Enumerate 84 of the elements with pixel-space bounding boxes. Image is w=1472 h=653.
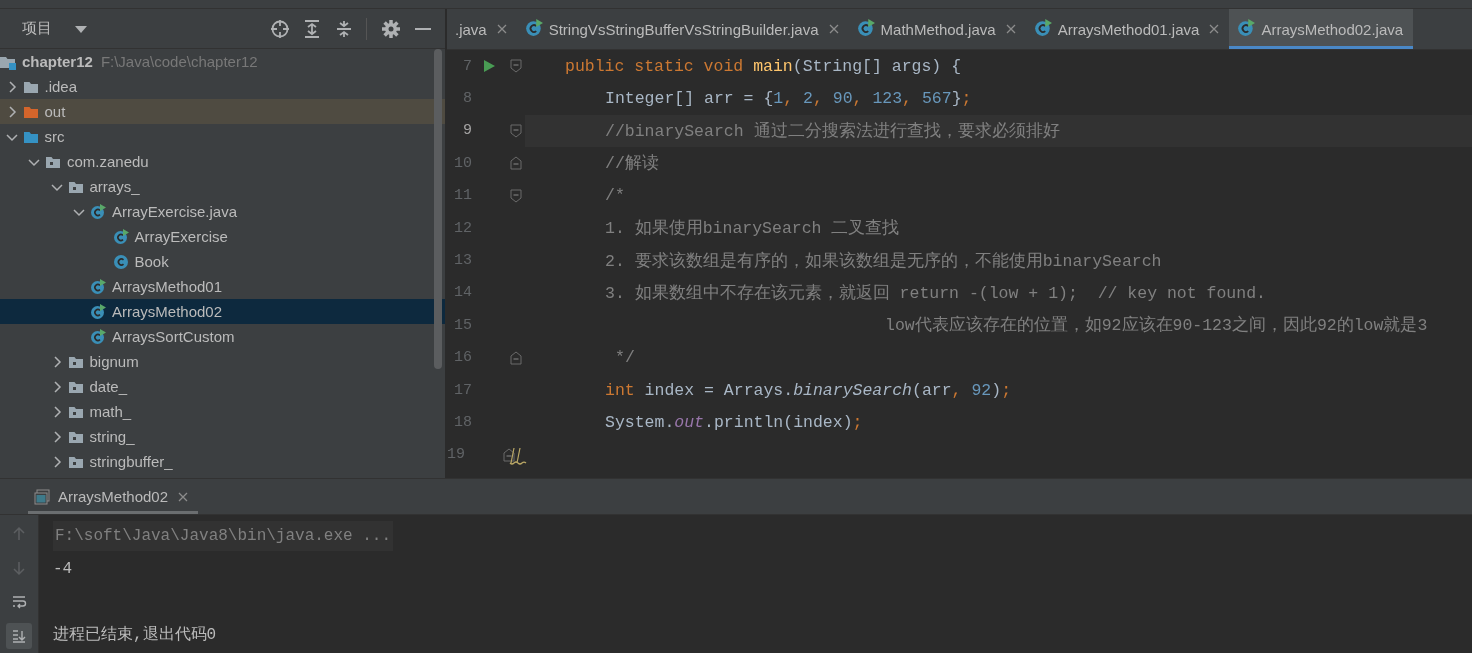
close-icon[interactable] (1209, 24, 1220, 34)
tree-item[interactable]: Book (0, 249, 445, 274)
settings-icon[interactable] (381, 18, 401, 39)
close-icon[interactable] (178, 491, 189, 502)
expand-all-icon[interactable] (302, 18, 322, 39)
panel-title[interactable]: 项目 (22, 19, 52, 38)
editor-tab[interactable]: ArraysMethod01.java (1025, 9, 1230, 49)
fold-marker-icon[interactable] (510, 350, 522, 365)
tree-item[interactable]: date_ (0, 374, 445, 399)
editor-tab[interactable]: ArraysMethod02.java (1229, 9, 1414, 49)
crosshair-icon[interactable] (270, 18, 290, 39)
scroll-to-end-icon[interactable] (6, 623, 32, 649)
line-number: 14 (453, 284, 472, 302)
editor-tab[interactable]: MathMethod.java (848, 9, 1026, 49)
tree-item[interactable]: ArraysSortCustom (0, 324, 445, 349)
fold-marker-icon[interactable] (510, 188, 522, 203)
class-icon (1033, 18, 1052, 37)
tree-item[interactable]: ArraysMethod02 (0, 299, 445, 324)
class-icon (112, 228, 129, 245)
class-icon (90, 203, 106, 220)
line-number: 19 (447, 446, 465, 464)
line-number: 8 (462, 90, 472, 108)
fold-marker-icon[interactable] (503, 447, 515, 462)
tree-item[interactable]: src (0, 124, 445, 149)
line-number: 18 (453, 414, 472, 431)
tree-item[interactable]: stringbuffer_ (0, 449, 445, 474)
code-line: System.out.println(index); (605, 413, 863, 432)
code-line: low代表应该存在的位置，如92应该在90-123之间，因此92的low就是3 (885, 314, 1428, 337)
editor-tab[interactable]: .java (447, 9, 517, 49)
fold-marker-icon[interactable] (510, 123, 522, 138)
line-number: 11 (453, 187, 472, 205)
code-line: int index = Arrays.binarySearch(arr, 92); (605, 380, 1012, 400)
code-line: */ (615, 348, 635, 368)
class-icon (90, 278, 106, 295)
line-number: 10 (453, 154, 472, 172)
run-icon[interactable] (483, 60, 495, 73)
class-icon (1237, 18, 1256, 37)
scrollbar-thumb[interactable] (434, 49, 442, 369)
tree-item[interactable]: ArraysMethod01 (0, 274, 445, 299)
console-icon (34, 488, 50, 505)
class-icon (856, 18, 875, 37)
code-line: //解读 (605, 153, 659, 175)
tree-item[interactable]: ArrayExercise (0, 224, 445, 249)
code-line: /* (605, 186, 625, 206)
console-output: -4 (53, 559, 73, 578)
code-line: 3. 如果数组中不存在该元素，就返回 return -(low + 1); // key not found. (605, 282, 1266, 304)
console-command: F:\soft\Java\Java8\bin\java.exe ... (53, 520, 394, 551)
line-number: 12 (453, 219, 472, 237)
line-number: 9 (462, 122, 472, 140)
code-line: 2. 要求该数组是有序的，如果该数组是无序的，不能使用binarySearch (605, 250, 1162, 272)
class-icon (90, 328, 106, 345)
line-number: 13 (453, 252, 472, 270)
class-icon (112, 253, 129, 270)
code-line: Integer[] arr = {1, 2, 90, 123, 567}; (605, 89, 972, 109)
close-icon[interactable] (496, 24, 507, 34)
tree-item[interactable]: com.zanedu (0, 149, 445, 174)
tree-item[interactable]: math_ (0, 399, 445, 424)
class-icon (524, 18, 543, 37)
run-tab[interactable]: ArraysMethod02 (28, 479, 199, 514)
line-number: 7 (462, 57, 472, 75)
collapse-all-icon[interactable] (334, 18, 354, 39)
dropdown-caret-icon[interactable] (74, 23, 88, 34)
fold-marker-icon[interactable] (510, 59, 522, 74)
tree-item[interactable]: out (0, 99, 445, 124)
code-line: 1. 如果使用binarySearch 二叉查找 (605, 218, 900, 240)
exit-message: 进程已结束,退出代码0 (53, 625, 217, 645)
tree-item[interactable]: .idea (0, 74, 445, 99)
line-number: 16 (453, 349, 472, 367)
code-line: //binarySearch 通过二分搜索法进行查找，要求必须排好 (605, 120, 1060, 142)
tree-item[interactable]: bignum (0, 349, 445, 374)
tree-item[interactable]: string_ (0, 424, 445, 449)
fold-marker-icon[interactable] (510, 156, 522, 171)
tree-item[interactable]: arrays_ (0, 174, 445, 199)
code-line: public static void main(String[] args) { (565, 56, 962, 76)
editor-tab[interactable]: StringVsStringBufferVsStringBuilder.java (516, 9, 849, 49)
project-path: F:\Java\code\chapter12 (100, 53, 258, 70)
line-number: 17 (453, 381, 472, 399)
tree-item[interactable]: ArrayExercise.java (0, 199, 445, 224)
line-number: 15 (453, 316, 472, 334)
project-name: chapter12 (22, 53, 93, 70)
close-icon[interactable] (828, 24, 839, 34)
class-icon (90, 303, 106, 320)
tree-item[interactable]: chapter12 F:\Java\code\chapter12 (0, 49, 445, 74)
close-icon[interactable] (1005, 24, 1016, 34)
